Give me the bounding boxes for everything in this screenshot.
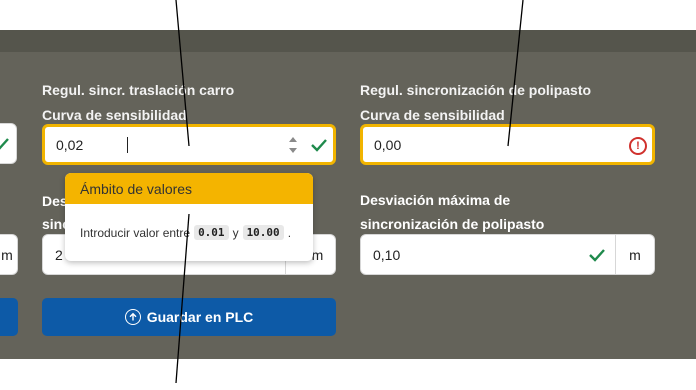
popover-text-before: Introducir valor entre — [80, 225, 191, 240]
carriage-deviation-value: 2 — [55, 246, 63, 263]
hoist-sensitivity-input[interactable]: 0,00 ! — [360, 124, 655, 165]
checkmark-icon — [589, 249, 605, 262]
popover-text-after: . — [287, 225, 292, 240]
hoist-deviation-label: Desviación máxima de sincronización de p… — [360, 188, 544, 236]
left-column-unit: m — [0, 234, 18, 275]
popover-title: Ámbito de valores — [65, 173, 313, 204]
text-caret — [127, 137, 128, 153]
left-column-button[interactable] — [0, 298, 18, 336]
carriage-sensitivity-input[interactable]: 0,02 — [42, 124, 336, 165]
checkmark-icon — [311, 139, 327, 152]
left-column-input[interactable] — [0, 123, 17, 164]
hoist-deviation-label-line2: sincronización de polipasto — [360, 216, 545, 232]
arrow-up-circle-icon — [124, 309, 141, 325]
popover-body: Introducir valor entre 0.01 y 10.00 . — [80, 225, 291, 240]
hoist-deviation-unit-label: m — [629, 246, 641, 263]
checkmark-icon — [0, 138, 9, 150]
save-plc-button[interactable]: Guardar en PLC — [42, 298, 336, 336]
hoist-deviation-unit: m — [616, 234, 655, 275]
hoist-title: Regul. sincronización de polipasto — [360, 82, 592, 98]
left-column-unit-label: m — [1, 246, 13, 263]
screen: m Regul. sincr. traslación carro Curva d… — [0, 0, 696, 390]
hoist-deviation-input[interactable]: 0,10 — [360, 234, 616, 275]
panel-header-bar — [0, 30, 696, 52]
value-range-popover: Ámbito de valores Introducir valor entre… — [65, 173, 313, 261]
popover-conjunction: y — [232, 225, 239, 240]
carriage-sensitivity-value: 0,02 — [56, 136, 84, 153]
spinner-arrows-icon[interactable] — [286, 133, 300, 157]
hoist-deviation-label-line1: Desviación máxima de — [360, 192, 511, 208]
carriage-title: Regul. sincr. traslación carro — [42, 82, 235, 98]
hoist-sensitivity-value: 0,00 — [374, 136, 402, 153]
hoist-deviation-value: 0,10 — [373, 246, 401, 263]
save-plc-button-label: Guardar en PLC — [146, 309, 254, 325]
popover-min-value: 0.01 — [194, 225, 229, 240]
popover-max-value: 10.00 — [242, 225, 284, 240]
error-icon: ! — [629, 137, 647, 155]
